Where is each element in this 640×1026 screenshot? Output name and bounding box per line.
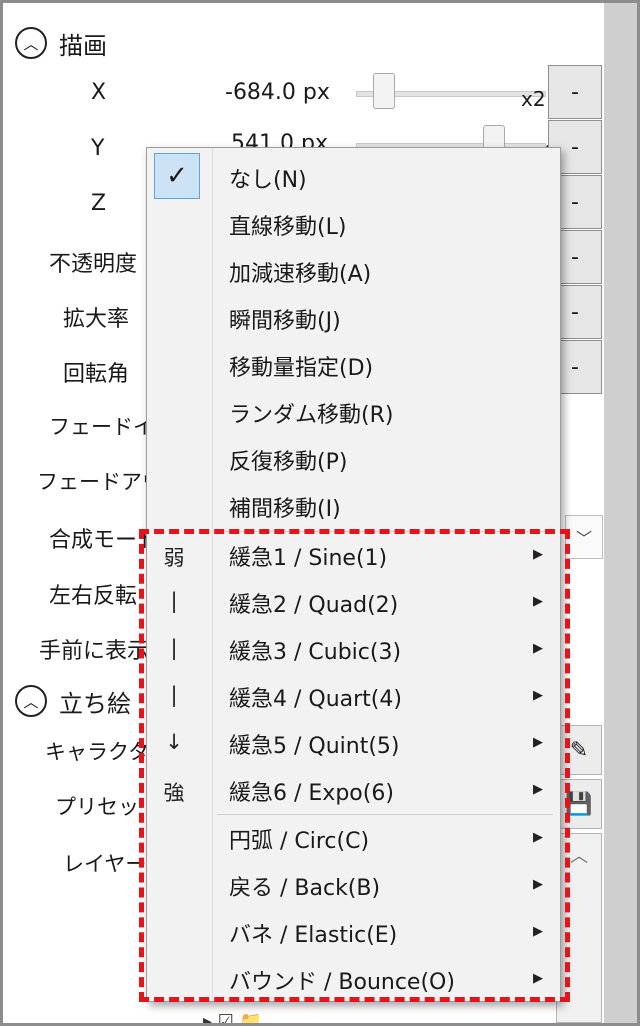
triangle-right-icon: ▶ xyxy=(533,688,543,703)
triangle-right-icon: ▶ xyxy=(533,782,543,797)
menu-separator xyxy=(217,531,553,532)
prop-value-x[interactable]: -684.0 px xyxy=(225,80,330,105)
menu-item-quart[interactable]: 緩急4 / Quart(4) xyxy=(229,676,402,718)
menu-item-repeat[interactable]: 反復移動(P) xyxy=(229,439,347,481)
property-panel: ︿ 描画 X -684.0 px x2 - Y 541.0 px x2 - Z … xyxy=(0,0,640,1026)
menu-item-linear[interactable]: 直線移動(L) xyxy=(229,204,346,246)
prop-button-x-label: - xyxy=(571,79,579,105)
gutter-bar: | xyxy=(170,683,178,707)
prop-button-z-label: - xyxy=(571,189,579,215)
menu-item-accel[interactable]: 加減速移動(A) xyxy=(229,251,371,293)
chevron-up-icon[interactable]: ︿ xyxy=(15,685,47,717)
prop-button-rotation-label: - xyxy=(571,354,579,380)
chevron-down-icon: ﹀ xyxy=(575,529,592,548)
section-draw-header[interactable]: ︿ 描画 xyxy=(15,23,107,63)
prop-label-scale: 拡大率 xyxy=(63,307,130,332)
menu-item-elastic[interactable]: バネ / Elastic(E) xyxy=(229,912,397,954)
prop-button-y-label: - xyxy=(571,134,579,160)
section-portrait-label: 立ち絵 xyxy=(59,689,131,718)
triangle-right-icon: ▶ xyxy=(533,641,543,656)
menu-item-none[interactable]: なし(N) xyxy=(229,157,307,199)
menu-item-interp[interactable]: 補間移動(I) xyxy=(229,486,341,528)
menu-item-bounce[interactable]: バウンド / Bounce(O) xyxy=(229,959,455,1001)
save-icon[interactable]: 💾 xyxy=(556,779,602,829)
triangle-right-icon: ▶ xyxy=(533,924,543,939)
menu-item-instant[interactable]: 瞬間移動(J) xyxy=(229,298,341,340)
prop-label-z: Z xyxy=(91,191,107,216)
triangle-right-icon: ▶ xyxy=(533,830,543,845)
menu-item-circ[interactable]: 円弧 / Circ(C) xyxy=(229,818,369,860)
section-draw-label: 描画 xyxy=(59,31,107,60)
menu-gutter xyxy=(147,148,213,1001)
menu-item-amount[interactable]: 移動量指定(D) xyxy=(229,345,373,387)
prop-label-rotation: 回転角 xyxy=(63,362,130,387)
triangle-right-icon: ▶ xyxy=(533,547,543,562)
layer-list-box[interactable]: ︿ xyxy=(556,833,602,1023)
interpolation-context-menu: ✓ なし(N) 直線移動(L) 加減速移動(A) 瞬間移動(J) 移動量指定(D… xyxy=(146,147,561,1002)
prop-label-blend-mode: 合成モード xyxy=(49,528,160,553)
menu-item-cubic[interactable]: 緩急3 / Cubic(3) xyxy=(229,629,401,671)
checkmark-icon: ✓ xyxy=(154,153,200,199)
prop-label-front: 手前に表示 xyxy=(39,639,150,664)
menu-separator xyxy=(217,814,553,815)
chevron-up-icon[interactable]: ︿ xyxy=(15,27,47,59)
prop-label-y: Y xyxy=(91,136,105,161)
prop-label-flip: 左右反転 xyxy=(49,584,138,609)
chevron-up-icon[interactable]: ︿ xyxy=(557,834,601,868)
triangle-right-icon: ▶ xyxy=(533,877,543,892)
gutter-weak-label: 弱 xyxy=(163,546,185,570)
prop-button-scale-label: - xyxy=(571,299,579,325)
gutter-bar: | xyxy=(170,636,178,660)
triangle-right-icon: ▶ xyxy=(533,971,543,986)
person-edit-icon[interactable]: ✎ xyxy=(556,725,602,775)
menu-item-expo[interactable]: 緩急6 / Expo(6) xyxy=(229,770,394,812)
slider-x-thumb[interactable] xyxy=(373,73,395,109)
prop-mult-x: x2 xyxy=(521,87,546,111)
section-portrait-header[interactable]: ︿ 立ち絵 xyxy=(15,681,131,721)
menu-item-random[interactable]: ランダム移動(R) xyxy=(229,392,393,434)
prop-label-x: X xyxy=(91,80,107,105)
menu-item-quint[interactable]: 緩急5 / Quint(5) xyxy=(229,723,400,765)
gutter-strong-label: 強 xyxy=(163,781,185,805)
menu-item-back[interactable]: 戻る / Back(B) xyxy=(229,865,380,907)
prop-button-opacity-label: - xyxy=(571,244,579,270)
triangle-right-icon: ▶ xyxy=(533,594,543,609)
gutter-down-arrow: ↓ xyxy=(165,730,183,754)
folder-icon: ▸ ☑ 📁 xyxy=(203,1011,263,1026)
prop-label-opacity: 不透明度 xyxy=(49,252,138,277)
gutter-bar: | xyxy=(170,589,178,613)
menu-item-quad[interactable]: 緩急2 / Quad(2) xyxy=(229,582,398,624)
triangle-right-icon: ▶ xyxy=(533,735,543,750)
vertical-scrollbar[interactable] xyxy=(604,3,637,1023)
prop-label-layer: レイヤー xyxy=(63,852,147,876)
prop-label-preset: プリセット xyxy=(55,795,160,819)
prop-button-x[interactable]: - xyxy=(548,65,602,119)
menu-item-sine[interactable]: 緩急1 / Sine(1) xyxy=(229,535,387,577)
blend-mode-dropdown[interactable]: ﹀ xyxy=(565,515,603,559)
